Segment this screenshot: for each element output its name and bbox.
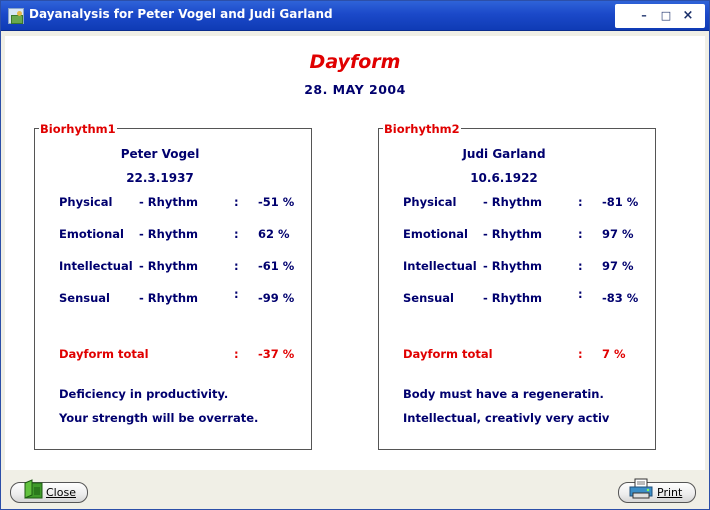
- print-button-label: Print: [657, 486, 683, 499]
- row-label: Physical: [59, 195, 113, 209]
- row-label: Emotional: [403, 227, 468, 241]
- print-button[interactable]: Print: [618, 478, 696, 503]
- total-label: Dayform total: [403, 347, 493, 361]
- total-value: 7 %: [602, 347, 626, 361]
- panel-legend: Biorhythm2: [383, 122, 461, 136]
- row-value: 97 %: [602, 227, 634, 241]
- message-line: Your strength will be overrate.: [59, 411, 259, 425]
- person-birthdate: 10.6.1922: [470, 171, 538, 185]
- printer-icon: [629, 478, 653, 502]
- row-suffix: - Rhythm: [483, 195, 542, 209]
- person-name: Judi Garland: [462, 147, 546, 161]
- title-bar[interactable]: Dayanalysis for Peter Vogel and Judi Gar…: [1, 1, 709, 31]
- row-label: Intellectual: [403, 259, 477, 273]
- row-value: -83 %: [602, 291, 639, 305]
- row-label: Sensual: [59, 291, 111, 305]
- row-label: Intellectual: [59, 259, 133, 273]
- row-colon: :: [578, 227, 583, 241]
- row-colon: :: [578, 287, 583, 301]
- calendar-app-icon[interactable]: [8, 8, 24, 24]
- row-suffix: - Rhythm: [139, 259, 198, 273]
- close-button-label: Close: [46, 486, 76, 499]
- message-line: Body must have a regeneratin.: [403, 387, 604, 401]
- maximize-icon[interactable]: □: [659, 9, 673, 23]
- biorhythm2-panel: Biorhythm2 Judi Garland 10.6.1922 Physic…: [378, 122, 656, 450]
- row-value: -51 %: [258, 195, 295, 209]
- total-value: -37 %: [258, 347, 295, 361]
- row-colon: :: [578, 347, 583, 361]
- row-suffix: - Rhythm: [483, 259, 542, 273]
- row-value: 62 %: [258, 227, 290, 241]
- row-label: Sensual: [403, 291, 455, 305]
- close-window-icon[interactable]: ×: [681, 9, 695, 23]
- row-value: 97 %: [602, 259, 634, 273]
- close-button[interactable]: Close: [10, 479, 88, 503]
- row-colon: :: [234, 195, 239, 209]
- window-controls: – □ ×: [615, 4, 705, 28]
- row-value: -81 %: [602, 195, 639, 209]
- folder-exit-icon: [23, 477, 45, 501]
- row-value: -61 %: [258, 259, 295, 273]
- page-title: Dayform: [309, 51, 401, 73]
- person-name: Peter Vogel: [120, 147, 200, 161]
- row-suffix: - Rhythm: [139, 291, 198, 305]
- row-label: Physical: [403, 195, 457, 209]
- row-colon: :: [234, 287, 239, 301]
- total-label: Dayform total: [59, 347, 149, 361]
- message-line: Deficiency in productivity.: [59, 387, 229, 401]
- minimize-icon[interactable]: –: [637, 9, 651, 23]
- row-suffix: - Rhythm: [139, 227, 198, 241]
- row-suffix: - Rhythm: [483, 227, 542, 241]
- person-birthdate: 22.3.1937: [126, 171, 194, 185]
- panel-legend: Biorhythm1: [39, 122, 117, 136]
- row-colon: :: [234, 227, 239, 241]
- row-colon: :: [578, 195, 583, 209]
- dayform-content: Dayform 28. MAY 2004 Biorhythm1 Peter Vo…: [5, 36, 705, 470]
- row-value: -99 %: [258, 291, 295, 305]
- page-date: 28. MAY 2004: [304, 82, 406, 97]
- row-suffix: - Rhythm: [483, 291, 542, 305]
- row-colon: :: [234, 259, 239, 273]
- row-label: Emotional: [59, 227, 124, 241]
- row-colon: :: [234, 347, 239, 361]
- row-colon: :: [578, 259, 583, 273]
- biorhythm1-panel: Biorhythm1 Peter Vogel 22.3.1937 Physica…: [34, 122, 312, 450]
- window-title: Dayanalysis for Peter Vogel and Judi Gar…: [29, 7, 333, 21]
- app-window: Dayanalysis for Peter Vogel and Judi Gar…: [0, 0, 710, 510]
- message-line: Intellectual, creativly very activ: [403, 411, 610, 425]
- row-suffix: - Rhythm: [139, 195, 198, 209]
